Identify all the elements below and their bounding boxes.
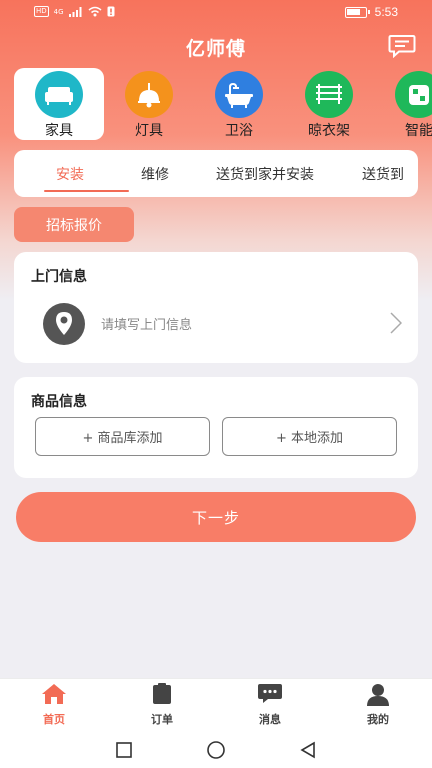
nav-label: 订单 (151, 713, 173, 726)
nav-messages[interactable]: 消息 (216, 682, 324, 730)
lamp-icon (125, 71, 173, 118)
location-pin-icon (43, 303, 85, 345)
tab-install[interactable]: 安装 (56, 164, 84, 184)
chat-icon (257, 682, 283, 706)
profile-icon (365, 682, 391, 706)
next-step-button[interactable]: 下一步 (16, 492, 416, 542)
category-label: 灯具 (135, 123, 163, 139)
app-title: 亿师傅 (185, 38, 246, 60)
nav-home[interactable]: 首页 (0, 682, 108, 730)
bid-quote-button[interactable]: 招标报价 (14, 207, 134, 242)
category-furniture[interactable]: 家具 (14, 68, 104, 140)
system-nav-bar (0, 732, 432, 768)
service-tabs: 安装 维修 送货到家并安装 送货到 (14, 150, 418, 197)
signal-icon (68, 6, 82, 17)
category-bath[interactable]: 卫浴 (194, 68, 284, 140)
nav-label: 首页 (43, 713, 65, 726)
visit-info-title: 上门信息 (31, 269, 87, 285)
network-indicator: 4G (53, 7, 64, 16)
nav-label: 我的 (367, 713, 389, 726)
smart-device-icon (395, 71, 432, 118)
tab-repair[interactable]: 维修 (141, 164, 169, 184)
nav-profile[interactable]: 我的 (324, 682, 432, 730)
status-time: 5:53 (374, 5, 398, 19)
tab-deliver[interactable]: 送货到 (362, 164, 404, 184)
message-icon[interactable] (388, 34, 416, 58)
battery-icon (344, 6, 370, 18)
add-local-button[interactable]: + 本地添加 (222, 417, 397, 456)
home-icon (41, 682, 67, 706)
tab-deliver-and-install[interactable]: 送货到家并安装 (216, 164, 314, 184)
visit-info-field[interactable]: 请填写上门信息 (101, 314, 192, 333)
hd-indicator: HD (34, 6, 49, 17)
category-label: 卫浴 (225, 123, 253, 139)
category-smart[interactable]: 智能 (374, 68, 432, 140)
add-from-library-button[interactable]: + 商品库添加 (35, 417, 210, 456)
wifi-icon (88, 6, 102, 17)
app-header: 亿师傅 (0, 30, 432, 64)
back-icon[interactable] (298, 740, 318, 760)
category-lamp[interactable]: 灯具 (104, 68, 194, 140)
sofa-icon (35, 71, 83, 118)
bottom-nav: 首页 订单 消息 我的 (0, 678, 432, 732)
order-icon (149, 682, 175, 706)
bathtub-icon (215, 71, 263, 118)
category-row: 家具 灯具 卫浴 晾衣架 智能 (14, 68, 432, 140)
goods-info-title: 商品信息 (31, 394, 87, 410)
category-clothes-rack[interactable]: 晾衣架 (284, 68, 374, 140)
nav-orders[interactable]: 订单 (108, 682, 216, 730)
category-label: 家具 (45, 123, 73, 139)
recent-apps-icon[interactable] (114, 740, 134, 760)
goods-info-card: 商品信息 + 商品库添加 + 本地添加 (14, 377, 418, 478)
clothes-rack-icon (305, 71, 353, 118)
home-button-icon[interactable] (206, 740, 226, 760)
category-label: 智能 (405, 123, 432, 139)
nav-label: 消息 (259, 713, 281, 726)
visit-info-card: 上门信息 请填写上门信息 (14, 252, 418, 363)
status-bar: HD 4G 5:53 (0, 0, 432, 26)
active-tab-indicator (44, 190, 129, 192)
chevron-right-icon[interactable] (390, 312, 402, 334)
category-label: 晾衣架 (308, 123, 350, 139)
notification-icon (107, 6, 115, 17)
